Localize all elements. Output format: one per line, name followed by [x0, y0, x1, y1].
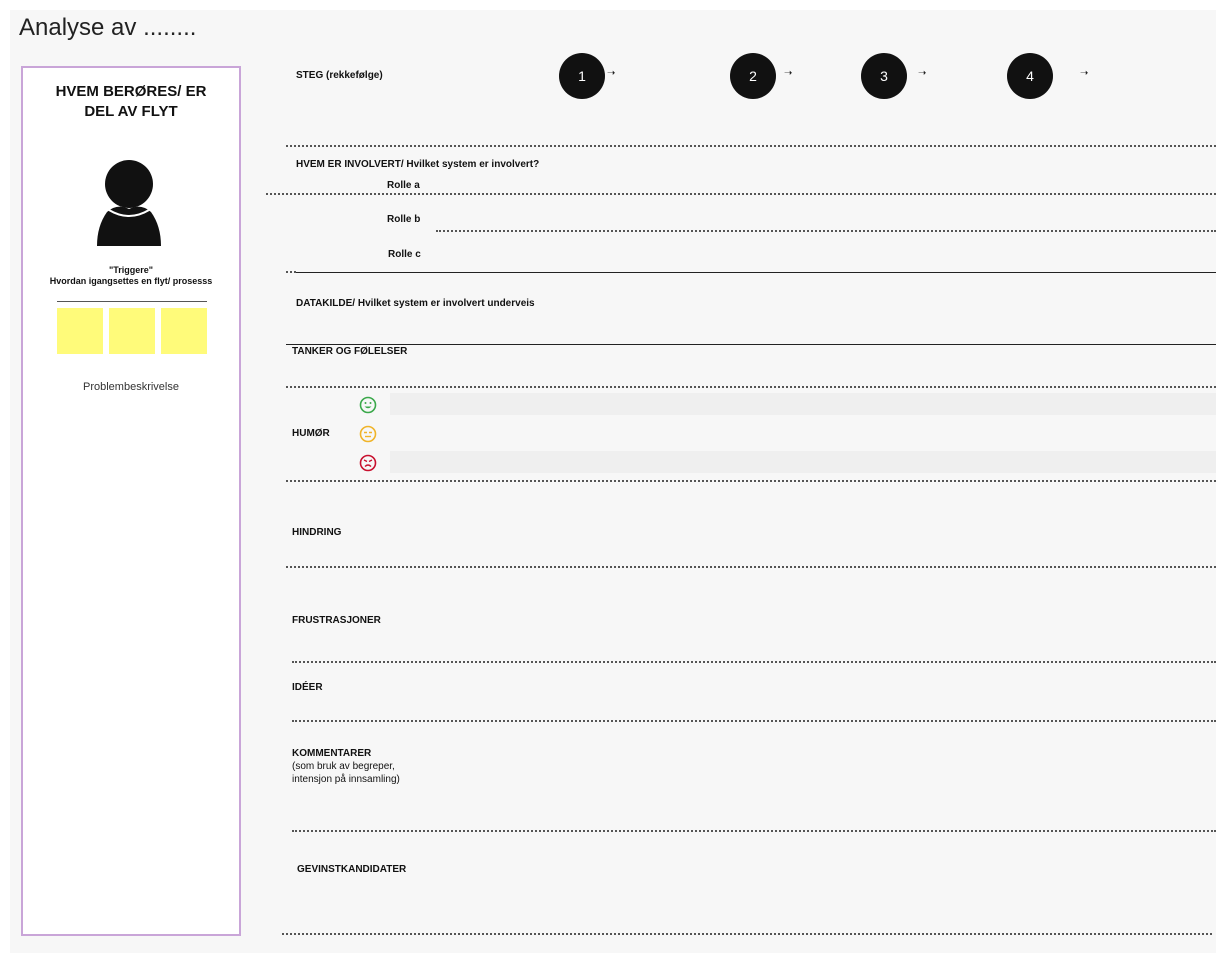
- row-divider: [292, 661, 1216, 663]
- step-1-circle[interactable]: 1: [559, 53, 605, 99]
- row-divider: [286, 386, 1216, 388]
- sticky-note[interactable]: [109, 308, 155, 354]
- trigger-divider: [57, 301, 207, 302]
- persona-heading: HVEM BERØRES/ ER DEL AV FLYT: [55, 83, 207, 120]
- frustrations-label: FRUSTRASJONER: [292, 615, 381, 626]
- row-divider: [286, 480, 1216, 482]
- sad-face-icon: [359, 454, 377, 472]
- row-divider: [286, 566, 1216, 568]
- person-avatar-icon: [97, 160, 161, 246]
- feelings-label: TANKER OG FØLELSER: [292, 346, 408, 357]
- arrow-right-icon: ➝: [784, 68, 793, 79]
- page-title: Analyse av ........: [19, 14, 197, 41]
- step-4-circle[interactable]: 4: [1007, 53, 1053, 99]
- sticky-note[interactable]: [161, 308, 207, 354]
- step-2-circle[interactable]: 2: [730, 53, 776, 99]
- role-b-label: Rolle b: [387, 214, 421, 225]
- ideas-label: IDÉER: [292, 682, 323, 693]
- row-divider: [282, 933, 1212, 935]
- problem-description: Problembeskrivelse: [83, 381, 179, 393]
- role-a-label: Rolle a: [387, 180, 420, 191]
- comments-label: KOMMENTARER: [292, 748, 372, 759]
- row-divider: [286, 344, 1216, 345]
- role-b-divider: [436, 230, 1216, 232]
- step-3-circle[interactable]: 3: [861, 53, 907, 99]
- trigger-subtitle: Hvordan igangsettes en flyt/ prosesss: [49, 276, 213, 286]
- row-divider: [296, 272, 1216, 273]
- obstacle-label: HINDRING: [292, 527, 342, 538]
- row-divider: [286, 271, 296, 273]
- trigger-title: "Triggere": [108, 265, 154, 275]
- row-divider: [292, 720, 1216, 722]
- comments-note-line-2: intensjon på innsamling): [292, 774, 400, 785]
- row-divider: [292, 830, 1216, 832]
- role-c-label: Rolle c: [388, 249, 421, 260]
- mood-label: HUMØR: [292, 428, 330, 439]
- comments-note-line-1: (som bruk av begreper,: [292, 761, 395, 772]
- steps-label: STEG (rekkefølge): [296, 70, 383, 81]
- datasource-label: DATAKILDE/ Hvilket system er involvert u…: [296, 298, 535, 309]
- sticky-note[interactable]: [57, 308, 103, 354]
- mood-band-happy: [390, 393, 1216, 415]
- arrow-right-icon: ➝: [607, 68, 616, 79]
- arrow-right-icon: ➝: [1080, 68, 1089, 79]
- row-divider: [286, 145, 1216, 147]
- happy-face-icon: [359, 396, 377, 414]
- gains-label: GEVINSTKANDIDATER: [297, 864, 407, 875]
- mood-band-sad: [390, 451, 1216, 473]
- role-a-divider: [266, 193, 1216, 195]
- persona-panel: HVEM BERØRES/ ER DEL AV FLYT "Triggere" …: [21, 66, 241, 936]
- trigger-block: "Triggere" Hvordan igangsettes en flyt/ …: [23, 265, 239, 287]
- neutral-face-icon: [359, 425, 377, 443]
- involved-label: HVEM ER INVOLVERT/ Hvilket system er inv…: [296, 159, 540, 170]
- arrow-right-icon: ➝: [918, 68, 927, 79]
